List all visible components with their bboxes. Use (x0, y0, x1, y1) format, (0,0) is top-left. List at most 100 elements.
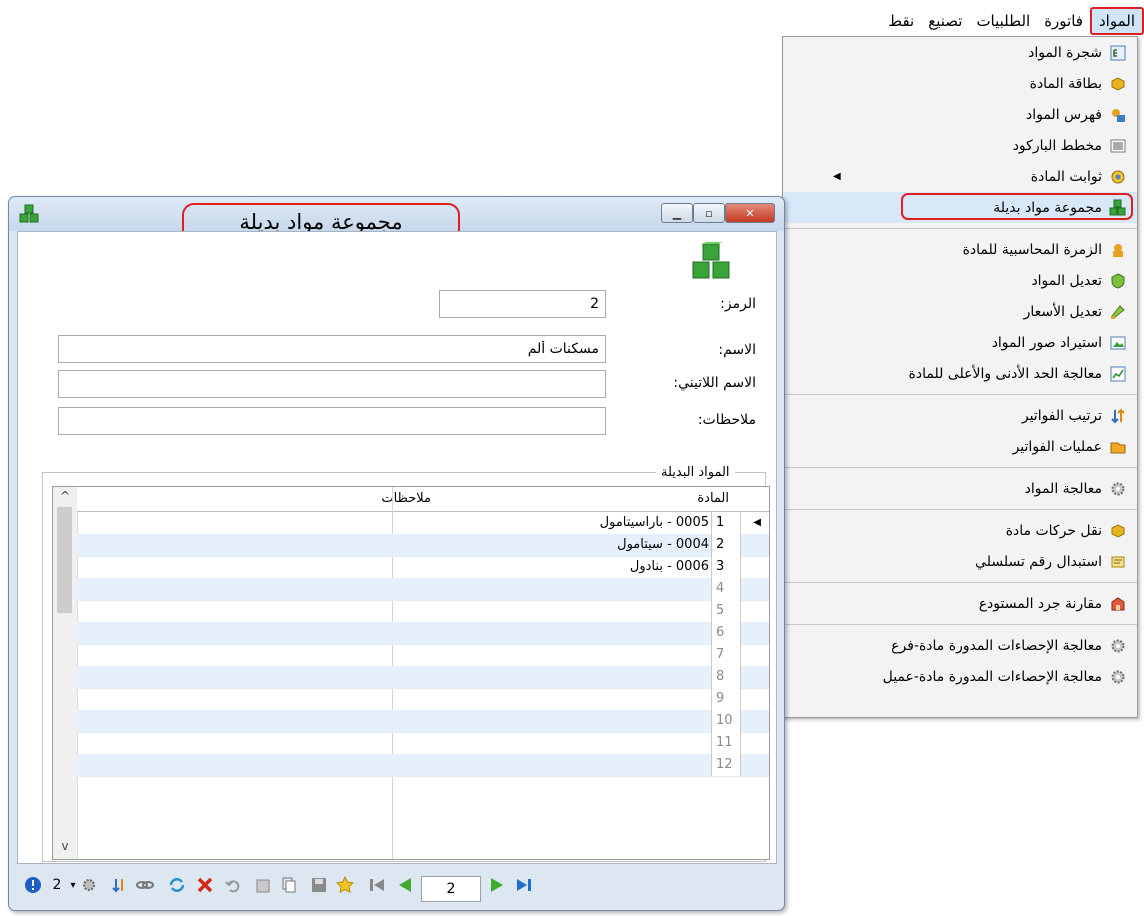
table-row[interactable]: 12 (77, 754, 769, 777)
scroll-down-icon[interactable]: v (53, 839, 77, 857)
scroll-thumb[interactable] (57, 507, 72, 613)
table-row[interactable]: 9 (77, 688, 769, 711)
table-row[interactable]: 11 (77, 732, 769, 755)
card-icon (1109, 75, 1127, 93)
maximize-button[interactable]: ▫ (693, 203, 725, 223)
menu-item-material-constants[interactable]: ثوابت المادة ◀ (783, 161, 1137, 192)
menu-item-min-max[interactable]: معالجة الحد الأدنى والأعلى للمادة (783, 358, 1137, 389)
name-input[interactable] (58, 335, 606, 363)
row-number: 10 (711, 710, 741, 732)
menu-item-label: استبدال رقم تسلسلي (975, 553, 1102, 570)
menu-orders[interactable]: الطلبيات (969, 9, 1037, 33)
table-row[interactable]: 10 (77, 710, 769, 733)
gear-icon (1109, 480, 1127, 498)
refresh-button[interactable] (167, 875, 187, 895)
menu-item-stats-material-branch[interactable]: معالجة الإحصاءات المدورة مادة-فرع (783, 630, 1137, 661)
save-button[interactable] (309, 875, 329, 895)
menu-item-replace-serial[interactable]: استبدال رقم تسلسلي (783, 546, 1137, 577)
table-row[interactable]: 3 0006 - بنادول (77, 556, 769, 579)
tree-icon (1109, 44, 1127, 62)
gear-icon (1109, 637, 1127, 655)
menu-item-label: مخطط الباركود (1012, 137, 1102, 154)
menu-invoice[interactable]: فاتورة (1037, 9, 1090, 33)
last-record-button[interactable] (515, 875, 535, 895)
scroll-up-icon[interactable]: ^ (53, 489, 77, 507)
link-button[interactable] (135, 875, 155, 895)
menu-item-materials-index[interactable]: فهرس المواد (783, 99, 1137, 130)
menu-item-sort-invoices[interactable]: ترتيب الفواتير (783, 400, 1137, 431)
grid-vertical-scrollbar[interactable]: ^ v (53, 487, 78, 859)
notes-label: ملاحظات: (697, 412, 756, 428)
window-titlebar[interactable]: ✕ ▫ ▁ مجموعة مواد بديلة (9, 197, 784, 241)
column-header-material[interactable]: المادة (697, 491, 729, 506)
menu-item-stats-material-customer[interactable]: معالجة الإحصاءات المدورة مادة-عميل (783, 661, 1137, 692)
favorite-button[interactable] (335, 875, 355, 895)
settings-button[interactable] (79, 875, 99, 895)
undo-button[interactable] (223, 875, 243, 895)
menu-item-label: ثوابت المادة (1030, 168, 1102, 185)
page-number-input[interactable]: 2 (421, 876, 481, 902)
menu-item-edit-prices[interactable]: تعديل الأسعار (783, 296, 1137, 327)
delete-button[interactable] (195, 875, 215, 895)
row-number: 12 (711, 754, 741, 776)
table-row[interactable]: 7 (77, 644, 769, 667)
menu-item-compare-inventory[interactable]: مقارنة جرد المستودع (783, 588, 1137, 619)
serial-icon (1109, 553, 1127, 571)
previous-record-button[interactable] (395, 875, 415, 895)
menu-item-material-card[interactable]: بطاقة المادة (783, 68, 1137, 99)
menu-item-alternative-group[interactable]: مجموعة مواد بديلة (783, 192, 1137, 223)
menu-item-label: معالجة الإحصاءات المدورة مادة-عميل (882, 668, 1102, 685)
window-client-area: الرمز: الاسم: الاسم اللاتيني: ملاحظات: ا… (17, 231, 777, 864)
copy-button[interactable] (279, 875, 299, 895)
alternative-materials-label: المواد البديلة (656, 465, 735, 480)
gear-icon (1109, 668, 1127, 686)
column-header-notes[interactable]: ملاحظات (381, 491, 431, 506)
code-input[interactable] (439, 290, 606, 318)
menu-materials[interactable]: المواد (1089, 7, 1144, 35)
menu-points[interactable]: نقط (881, 9, 921, 33)
menu-item-barcode-layout[interactable]: مخطط الباركود (783, 130, 1137, 161)
warehouse-icon (1109, 595, 1127, 613)
first-record-button[interactable] (367, 875, 387, 895)
latin-name-input[interactable] (58, 370, 606, 398)
sort-icon (1109, 407, 1127, 425)
edit-materials-icon (1109, 272, 1127, 290)
close-button[interactable]: ✕ (725, 203, 775, 223)
paste-button[interactable] (253, 875, 273, 895)
menu-item-process-materials[interactable]: معالجة المواد (783, 473, 1137, 504)
row-number: 1 (711, 512, 741, 534)
menu-item-label: استيراد صور المواد (991, 334, 1102, 351)
code-label: الرمز: (720, 296, 756, 312)
menu-item-accounting-group[interactable]: الزمرة المحاسبية للمادة (783, 234, 1137, 265)
menu-item-materials-tree[interactable]: شجرة المواد (783, 37, 1137, 68)
menu-manufacturing[interactable]: تصنيع (921, 9, 969, 33)
row-material[interactable]: 0005 - باراسيتامول (600, 512, 709, 534)
menu-item-edit-materials[interactable]: تعديل المواد (783, 265, 1137, 296)
info-button[interactable] (23, 875, 43, 895)
menu-item-label: بطاقة المادة (1029, 75, 1102, 92)
table-row[interactable]: ◀ 1 0005 - باراسيتامول (77, 512, 769, 535)
sort-button[interactable] (109, 875, 129, 895)
index-icon (1109, 106, 1127, 124)
menu-item-label: معالجة الإحصاءات المدورة مادة-فرع (891, 637, 1102, 654)
row-material[interactable]: 0004 - سيتامول (617, 534, 709, 556)
constants-icon (1109, 168, 1127, 186)
table-row[interactable]: 6 (77, 622, 769, 645)
next-record-button[interactable] (487, 875, 507, 895)
menu-item-label: عمليات الفواتير (1012, 438, 1102, 455)
minimize-button[interactable]: ▁ (661, 203, 693, 223)
menu-item-label: ترتيب الفواتير (1021, 407, 1102, 424)
menu-item-import-images[interactable]: استيراد صور المواد (783, 327, 1137, 358)
notes-input[interactable] (58, 407, 606, 435)
row-number: 11 (711, 732, 741, 754)
menu-item-invoice-operations[interactable]: عمليات الفواتير (783, 431, 1137, 462)
table-row[interactable]: 2 0004 - سيتامول (77, 534, 769, 557)
minimize-icon: ▁ (672, 206, 682, 220)
row-number: 8 (711, 666, 741, 688)
menu-item-transfer-movements[interactable]: نقل حركات مادة (783, 515, 1137, 546)
table-row[interactable]: 5 (77, 600, 769, 623)
row-number: 7 (711, 644, 741, 666)
row-material[interactable]: 0006 - بنادول (630, 556, 709, 578)
table-row[interactable]: 4 (77, 578, 769, 601)
table-row[interactable]: 8 (77, 666, 769, 689)
